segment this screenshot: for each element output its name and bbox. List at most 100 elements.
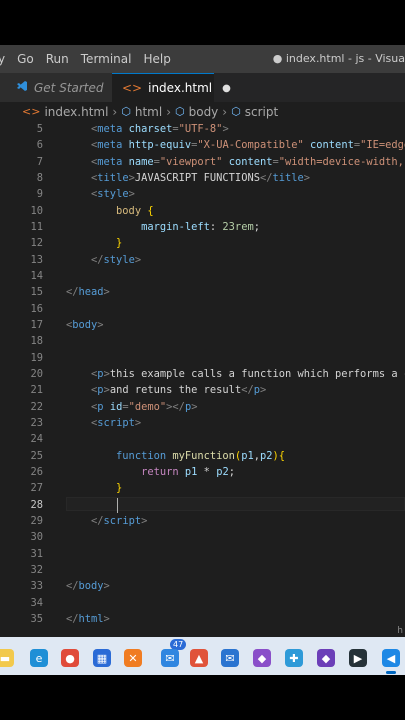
code-line[interactable]: 22 <p id="demo"></p> [0, 399, 405, 415]
line-number: 6 [36, 139, 43, 152]
chevron-right-icon: › [222, 104, 228, 119]
line-number: 16 [30, 302, 43, 315]
code-line[interactable]: 19 [0, 350, 405, 366]
code-line[interactable]: 12 } [0, 235, 405, 251]
line-number: 35 [30, 612, 43, 625]
code-text: <p>and retuns the result</p> [91, 384, 267, 397]
vscode-icon[interactable]: ◀ [382, 649, 400, 667]
code-text: } [116, 237, 123, 250]
code-line[interactable]: 34 [0, 595, 405, 611]
code-line[interactable]: 31 [0, 546, 405, 562]
code-line[interactable]: 11 margin-left: 23rem; [0, 219, 405, 235]
windows-taskbar: 47 ▬ e ● ▦ ✕ ✉ ▲ ✉ ◆ ✚ ◆ ▶ ◀ [0, 637, 405, 675]
mail-icon[interactable]: ✉ [221, 649, 239, 667]
code-line[interactable]: 13 </style> [0, 252, 405, 268]
menu-run[interactable]: Run [40, 52, 75, 66]
html-icon: <> [122, 81, 143, 95]
line-number: 32 [30, 563, 43, 576]
element-icon: ⬡ [231, 105, 241, 118]
chevron-right-icon: › [112, 104, 118, 119]
code-line[interactable]: 16 [0, 301, 405, 317]
line-number: 26 [30, 465, 43, 478]
tab-index-html[interactable]: <> index.html ● [112, 73, 231, 102]
code-line[interactable]: 28 [0, 496, 405, 513]
chat-icon[interactable]: ✉ [161, 649, 179, 667]
menu-help[interactable]: Help [137, 52, 176, 66]
code-text: margin-left: 23rem; [141, 220, 260, 233]
breadcrumb-html[interactable]: html [135, 105, 162, 119]
line-number: 9 [36, 188, 43, 201]
breadcrumb: <> index.html › ⬡ html › ⬡ body › ⬡ scri… [0, 102, 405, 121]
brave-icon[interactable]: ▲ [190, 649, 208, 667]
code-text: </head> [66, 286, 110, 299]
file-explorer-icon[interactable]: ▬ [0, 649, 14, 667]
code-line[interactable]: 7 <meta name="viewport" content="width=d… [0, 154, 405, 170]
code-text: <meta name="viewport" content="width=dev… [91, 155, 404, 168]
line-number: 34 [30, 596, 43, 609]
edge-icon[interactable]: e [30, 649, 48, 667]
line-number: 17 [30, 318, 43, 331]
code-line[interactable]: 35 </html> [0, 611, 405, 627]
code-line[interactable]: 30 [0, 529, 405, 545]
code-line[interactable]: 8 <title>JAVASCRIPT FUNCTIONS</title> [0, 170, 405, 186]
code-line[interactable]: 24 [0, 431, 405, 447]
line-number: 31 [30, 547, 43, 560]
visual-studio-icon[interactable]: ◆ [253, 649, 271, 667]
line-number: 27 [30, 482, 43, 495]
menu-go[interactable]: Go [11, 52, 40, 66]
code-editor[interactable]: 5 <meta charset="UTF-8"> 6 <meta http-equ… [0, 121, 405, 629]
code-line[interactable]: 26 return p1 * p2; [0, 464, 405, 480]
terminal-icon[interactable]: ▶ [349, 649, 367, 667]
code-line[interactable]: 17 <body> [0, 317, 405, 333]
xampp-icon[interactable]: ✕ [124, 649, 142, 667]
line-number: 10 [30, 204, 43, 217]
code-line[interactable]: 23 <script> [0, 415, 405, 431]
code-line[interactable]: 20 <p>this example calls a function whic… [0, 366, 405, 382]
breadcrumb-body[interactable]: body [189, 105, 219, 119]
code-line[interactable]: 5 <meta charset="UTF-8"> [0, 121, 405, 137]
tab-bar: Get Started <> index.html ● [0, 73, 405, 102]
line-number: 20 [30, 367, 43, 380]
code-line[interactable]: 32 [0, 562, 405, 578]
code-line[interactable]: 33 </body> [0, 578, 405, 594]
menu-terminal[interactable]: Terminal [75, 52, 138, 66]
menu-overflow-icon[interactable]: y [0, 52, 11, 66]
chrome-icon[interactable]: ● [61, 649, 79, 667]
code-text: </body> [66, 580, 110, 593]
visual-studio-purple-icon[interactable]: ◆ [317, 649, 335, 667]
code-line[interactable]: 14 [0, 268, 405, 284]
code-line[interactable]: 15 </head> [0, 284, 405, 300]
code-line[interactable]: 9 <style> [0, 186, 405, 202]
line-number: 14 [30, 269, 43, 282]
unsaved-dot-icon[interactable]: ● [222, 83, 231, 94]
line-number: 12 [30, 237, 43, 250]
breadcrumb-file[interactable]: index.html [44, 105, 108, 119]
code-line[interactable]: 18 [0, 333, 405, 349]
line-number: 30 [30, 531, 43, 544]
line-number: 11 [30, 220, 43, 233]
line-number: 15 [30, 286, 43, 299]
code-text: return p1 * p2; [141, 465, 235, 478]
line-number: 24 [30, 433, 43, 446]
line-number: 5 [36, 123, 43, 135]
line-number: 13 [30, 253, 43, 266]
tab-get-started[interactable]: Get Started [0, 73, 112, 102]
line-number: 29 [30, 514, 43, 527]
code-line[interactable]: 21 <p>and retuns the result</p> [0, 382, 405, 398]
store-icon[interactable]: ▦ [93, 649, 111, 667]
code-line[interactable]: 6 <meta http-equiv="X-UA-Compatible" con… [0, 137, 405, 153]
code-text: <title>JAVASCRIPT FUNCTIONS</title> [91, 171, 311, 184]
vscode-window: y Go Run Terminal Help ● index.html - js… [0, 45, 405, 675]
element-icon: ⬡ [121, 105, 131, 118]
breadcrumb-script[interactable]: script [245, 105, 278, 119]
code-line[interactable]: 25 function myFunction(p1,p2){ [0, 448, 405, 464]
code-text: <style> [91, 188, 135, 201]
code-line[interactable]: 29 </script> [0, 513, 405, 529]
tab-label: index.html [148, 81, 213, 95]
code-text: <script> [91, 416, 142, 429]
tools-icon[interactable]: ✚ [285, 649, 303, 667]
code-text: <body> [66, 318, 104, 331]
code-line[interactable]: 27 } [0, 480, 405, 496]
code-line[interactable]: 10 body { [0, 203, 405, 219]
code-text: </script> [91, 514, 148, 527]
